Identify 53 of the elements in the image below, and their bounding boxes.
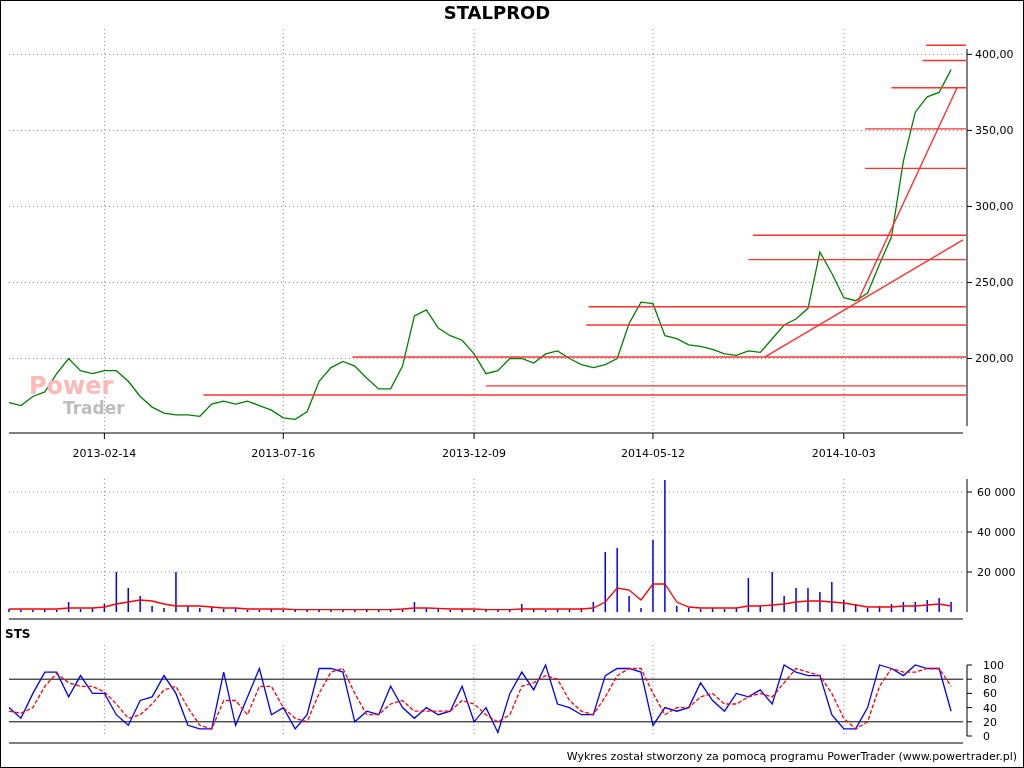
tick-label: 2014-05-12 bbox=[621, 447, 685, 460]
tick-label: 100 bbox=[983, 659, 1004, 672]
volume-bar bbox=[735, 608, 738, 612]
tick-label: 300,00 bbox=[975, 200, 1014, 214]
volume-bar bbox=[914, 602, 917, 612]
tick-label: 2014-10-03 bbox=[811, 447, 876, 460]
tick-label: 20 bbox=[983, 715, 997, 729]
volume-bar bbox=[401, 609, 404, 612]
tick-label: 20 000 bbox=[977, 566, 1016, 579]
tick-label: 40 bbox=[983, 701, 997, 715]
volume-bar bbox=[854, 604, 857, 612]
indicator-label: STS bbox=[5, 627, 31, 641]
volume-bar bbox=[79, 609, 82, 612]
volume-bar bbox=[413, 602, 416, 612]
tick-label: 400,00 bbox=[975, 48, 1014, 62]
volume-bar bbox=[67, 602, 70, 612]
volume-bar bbox=[270, 609, 273, 612]
volume-bar bbox=[568, 609, 571, 612]
volume-bar bbox=[711, 608, 714, 612]
logo-text: Trader bbox=[63, 399, 125, 417]
volume-bar bbox=[115, 572, 118, 612]
tick-label: 0 bbox=[983, 730, 990, 743]
volume-bar bbox=[532, 609, 535, 612]
volume-bar bbox=[556, 609, 559, 612]
tick-label: 60 000 bbox=[977, 486, 1016, 499]
tick-label: 200,00 bbox=[975, 352, 1014, 366]
volume-bar bbox=[759, 606, 762, 612]
volume-bar bbox=[389, 609, 392, 612]
volume-bar bbox=[866, 608, 869, 612]
volume-bar bbox=[723, 609, 726, 612]
tick-label: 250,00 bbox=[975, 276, 1014, 290]
volume-bar bbox=[425, 608, 428, 612]
tick-label: 80 bbox=[983, 673, 997, 687]
volume-bar bbox=[699, 609, 702, 612]
volume-bar bbox=[878, 606, 881, 612]
volume-bar bbox=[234, 608, 237, 612]
tick-label: 2013-02-14 bbox=[72, 447, 137, 460]
tick-label: 350,00 bbox=[975, 124, 1014, 138]
tick-label: 2013-07-16 bbox=[251, 447, 316, 460]
volume-bar bbox=[890, 604, 893, 612]
volume-bar bbox=[91, 608, 94, 612]
volume-bar bbox=[747, 578, 750, 612]
tick-label: 40 000 bbox=[977, 526, 1016, 539]
volume-bar bbox=[437, 609, 440, 612]
tick-label: 60 bbox=[983, 687, 997, 701]
footer-credit: Wykres został stworzony za pomocą programu PowerTrader (www.powertrader.pl) bbox=[566, 750, 1017, 763]
tick-label: 2013-12-09 bbox=[442, 447, 507, 460]
volume-bar bbox=[592, 602, 595, 612]
volume-bar bbox=[222, 609, 225, 612]
volume-bar bbox=[580, 608, 583, 612]
chart-title: STALPROD bbox=[443, 1, 552, 25]
volume-bar bbox=[902, 602, 905, 612]
volume-bar bbox=[103, 604, 106, 612]
